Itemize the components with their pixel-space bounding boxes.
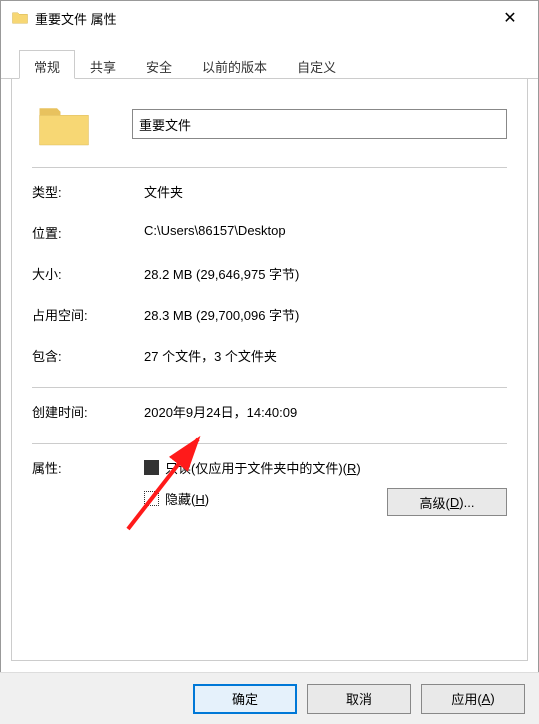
separator — [32, 387, 507, 388]
row-contains: 包含: 27 个文件，3 个文件夹 — [32, 346, 507, 365]
tabstrip: 常规 共享 安全 以前的版本 自定义 — [1, 35, 538, 79]
folder-icon — [11, 9, 29, 27]
value-size: 28.2 MB (29,646,975 字节) — [144, 264, 507, 283]
tab-previous-versions[interactable]: 以前的版本 — [187, 50, 282, 79]
apply-button[interactable]: 应用(A) — [421, 684, 525, 714]
label-location: 位置: — [32, 223, 144, 242]
checkbox-hidden[interactable] — [144, 491, 159, 506]
titlebar: 重要文件 属性 ✕ — [1, 1, 538, 35]
label-contains: 包含: — [32, 346, 144, 365]
row-type: 类型: 文件夹 — [32, 182, 507, 201]
row-disk-size: 占用空间: 28.3 MB (29,700,096 字节) — [32, 305, 507, 324]
value-disk-size: 28.3 MB (29,700,096 字节) — [144, 305, 507, 324]
separator — [32, 167, 507, 168]
row-location: 位置: C:\Users\86157\Desktop — [32, 223, 507, 242]
readonly-label: 只读(仅应用于文件夹中的文件)(R) — [165, 458, 361, 477]
label-disk-size: 占用空间: — [32, 305, 144, 324]
label-type: 类型: — [32, 182, 144, 201]
row-created: 创建时间: 2020年9月24日，14:40:09 — [32, 402, 507, 421]
label-attributes: 属性: — [32, 458, 144, 477]
row-readonly: 属性: 只读(仅应用于文件夹中的文件)(R) — [32, 458, 507, 477]
label-size: 大小: — [32, 264, 144, 283]
value-created: 2020年9月24日，14:40:09 — [144, 402, 507, 421]
button-bar: 确定 取消 应用(A) — [0, 672, 539, 724]
panel-general: 类型: 文件夹 位置: C:\Users\86157\Desktop 大小: 2… — [11, 79, 528, 661]
tab-custom[interactable]: 自定义 — [282, 50, 351, 79]
row-size: 大小: 28.2 MB (29,646,975 字节) — [32, 264, 507, 283]
advanced-button[interactable]: 高级(D)... — [387, 488, 507, 516]
attributes-block: 属性: 只读(仅应用于文件夹中的文件)(R) 隐藏(H) 高级(D)... — [32, 458, 507, 508]
separator — [32, 443, 507, 444]
close-button[interactable]: ✕ — [488, 3, 532, 33]
label-created: 创建时间: — [32, 402, 144, 421]
value-type: 文件夹 — [144, 182, 507, 201]
window-title: 重要文件 属性 — [35, 9, 488, 28]
folder-name-input[interactable] — [132, 109, 507, 139]
value-location: C:\Users\86157\Desktop — [144, 223, 507, 238]
folder-large-icon — [36, 99, 92, 149]
ok-button[interactable]: 确定 — [193, 684, 297, 714]
tab-general[interactable]: 常规 — [19, 50, 75, 79]
header-row — [32, 99, 507, 149]
hidden-label: 隐藏(H) — [165, 489, 209, 508]
tab-share[interactable]: 共享 — [75, 50, 131, 79]
value-contains: 27 个文件，3 个文件夹 — [144, 346, 507, 365]
tab-security[interactable]: 安全 — [131, 50, 187, 79]
cancel-button[interactable]: 取消 — [307, 684, 411, 714]
checkbox-readonly[interactable] — [144, 460, 159, 475]
